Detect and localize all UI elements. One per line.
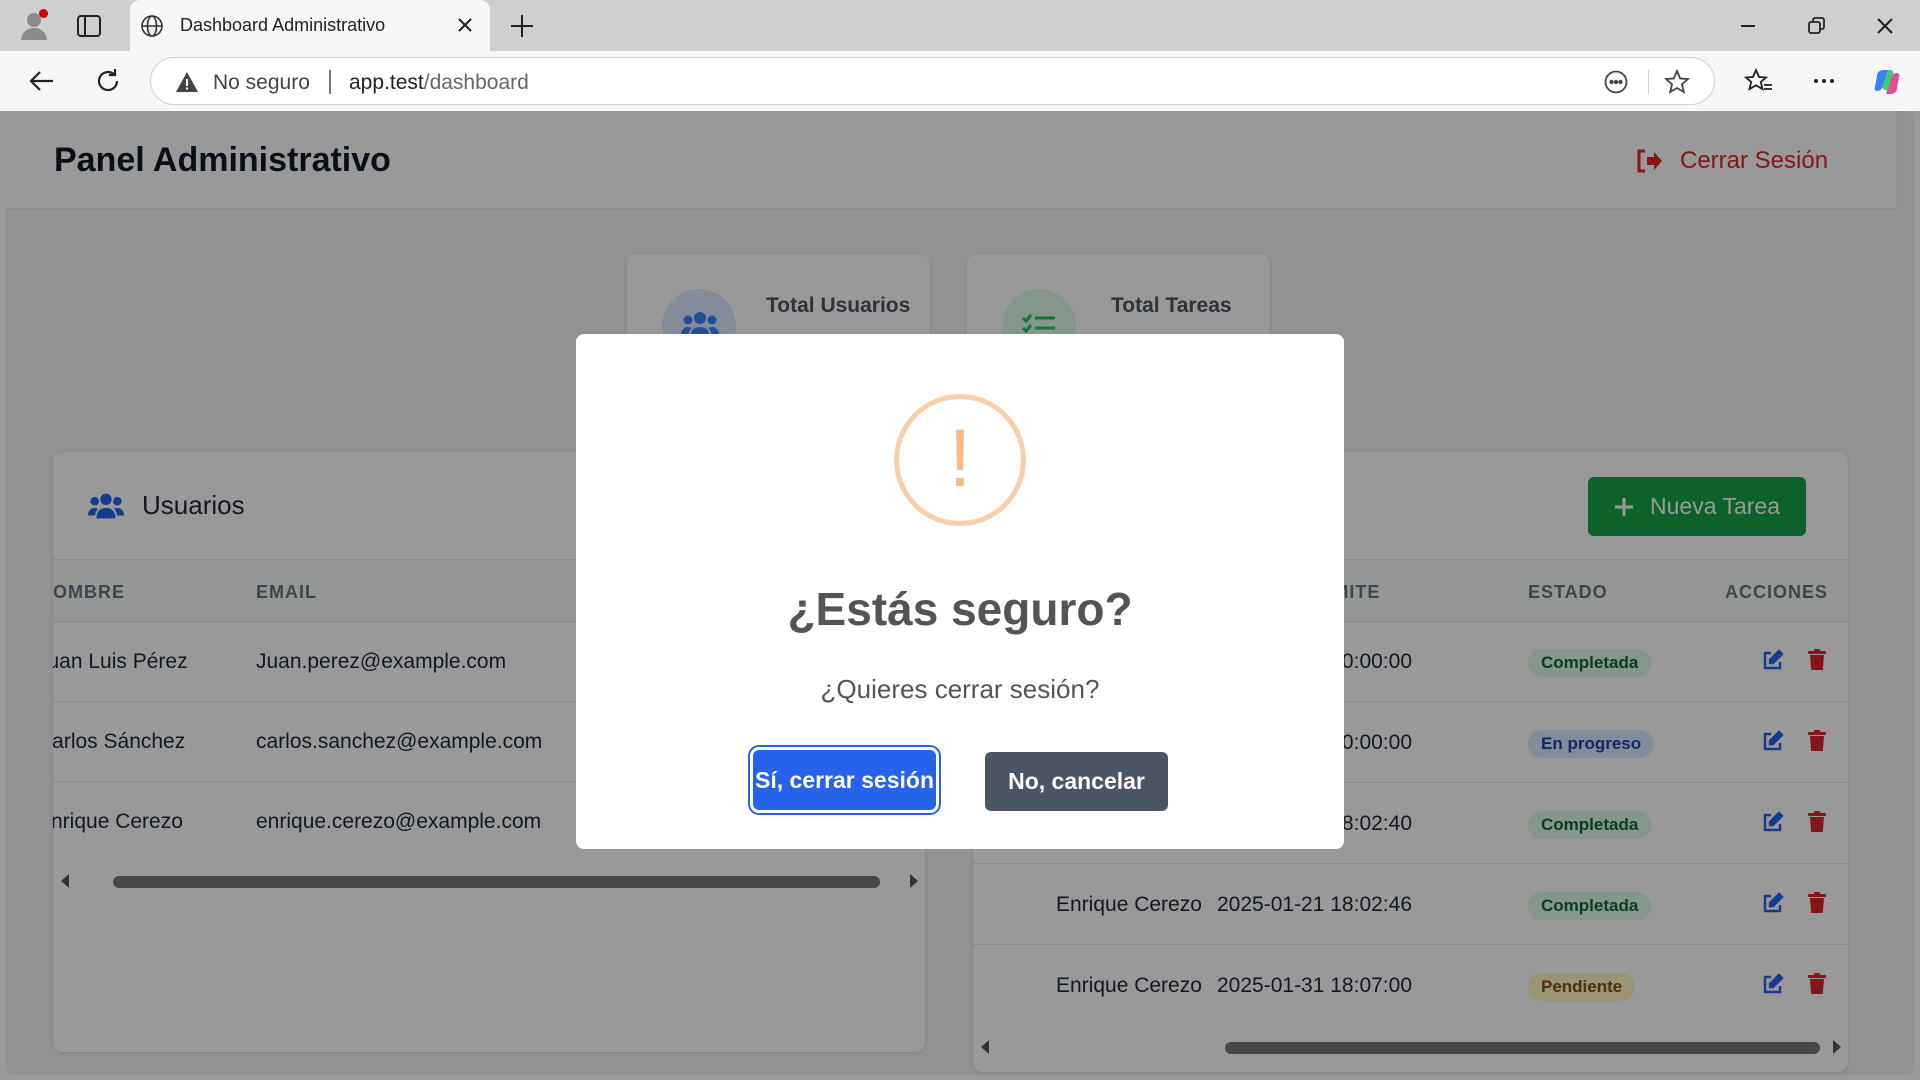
favorite-star-icon[interactable] [1663, 68, 1691, 95]
more-options-icon[interactable] [1809, 66, 1839, 96]
copilot-icon[interactable] [1871, 66, 1901, 96]
new-tab-icon[interactable] [508, 12, 536, 40]
warning-mark: ! [948, 413, 972, 504]
warning-triangle-icon [175, 70, 199, 94]
divider [329, 70, 331, 94]
browser-toolbar: No seguro app.test/dashboard [0, 51, 1920, 111]
close-window-icon[interactable] [1871, 12, 1899, 40]
tab-title: Dashboard Administrativo [180, 15, 386, 35]
dialog-message: ¿Quieres cerrar sesión? [820, 674, 1100, 704]
restore-icon[interactable] [1802, 12, 1830, 40]
close-tab-icon[interactable] [452, 12, 478, 38]
favorites-icon[interactable] [1743, 66, 1774, 96]
confirm-logout-button[interactable]: Sí, cerrar sesión [753, 750, 936, 810]
reader-mode-icon[interactable] [1603, 69, 1629, 95]
back-arrow-icon[interactable] [27, 66, 57, 96]
minimize-icon[interactable] [1734, 12, 1762, 40]
address-bar[interactable]: No seguro app.test/dashboard [150, 57, 1715, 105]
divider [1648, 70, 1649, 94]
profile-avatar-icon[interactable] [18, 9, 50, 41]
browser-tab-active[interactable]: Dashboard Administrativo [130, 0, 490, 51]
security-status[interactable]: No seguro [213, 71, 310, 95]
globe-icon [140, 14, 164, 38]
dialog-title: ¿Estás seguro? [787, 583, 1133, 635]
url-text[interactable]: app.test/dashboard [349, 71, 529, 95]
browser-tab-bar: Dashboard Administrativo [0, 0, 1920, 51]
url-host: app.test [349, 71, 424, 94]
url-path: /dashboard [423, 71, 529, 94]
logout-confirm-dialog: ! ¿Estás seguro? ¿Quieres cerrar sesión?… [576, 334, 1344, 849]
notification-dot [39, 9, 48, 18]
cancel-button[interactable]: No, cancelar [985, 752, 1168, 811]
reload-icon[interactable] [93, 66, 123, 96]
warning-exclamation-icon: ! [894, 394, 1026, 526]
tab-actions-icon[interactable] [76, 13, 102, 39]
